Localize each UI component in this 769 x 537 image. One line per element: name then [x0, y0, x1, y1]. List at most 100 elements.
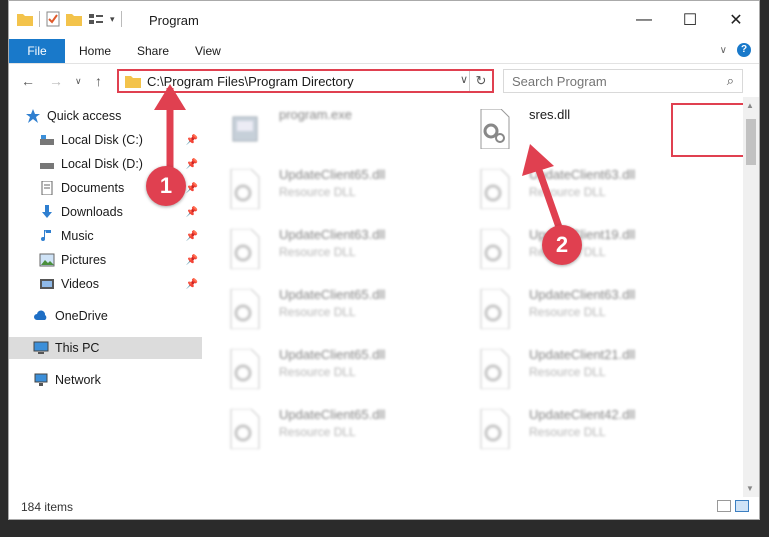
- file-type: Resource DLL: [529, 305, 606, 319]
- properties-icon[interactable]: [46, 11, 60, 27]
- file-name: UpdateClient63.dll: [529, 287, 636, 302]
- pin-icon[interactable]: 📌: [186, 207, 198, 218]
- file-type: Resource DLL: [279, 305, 356, 319]
- drive-icon: [40, 163, 54, 169]
- file-item[interactable]: UpdateClient65.dll Resource DLL: [229, 403, 469, 463]
- pin-icon[interactable]: 📌: [186, 255, 198, 266]
- search-icon[interactable]: ⌕: [727, 73, 734, 89]
- sidebar-item-label: This PC: [55, 341, 100, 355]
- customize-qat-icon[interactable]: ▾: [110, 14, 115, 25]
- file-item[interactable]: UpdateClient65.dll Resource DLL: [229, 283, 469, 343]
- pin-icon[interactable]: 📌: [186, 231, 198, 242]
- download-icon: [42, 205, 52, 218]
- sidebar-item-downloads[interactable]: Downloads 📌: [39, 201, 232, 223]
- new-folder-icon[interactable]: [66, 12, 82, 26]
- file-name: UpdateClient21.dll: [529, 347, 636, 362]
- expand-ribbon-icon[interactable]: ∨: [720, 45, 727, 56]
- window-controls: — ☐ ✕: [621, 1, 759, 39]
- sidebar-item-local-disk-d[interactable]: Local Disk (D:) 📌: [39, 153, 232, 175]
- tab-home[interactable]: Home: [79, 39, 111, 63]
- sidebar-item-label: OneDrive: [55, 309, 108, 323]
- file-list: program.exe sres.dll UpdateClient65.dll …: [205, 97, 759, 495]
- explorer-window: ▾ Program — ☐ ✕ File Home Share View ∨ ?…: [8, 0, 760, 520]
- dll-file-icon: [230, 229, 260, 269]
- file-item[interactable]: UpdateClient21.dll Resource DLL: [479, 343, 719, 403]
- sidebar-item-network[interactable]: Network: [33, 369, 226, 391]
- divider: [39, 11, 40, 27]
- sidebar-item-label: Videos: [61, 277, 99, 291]
- network-icon: [34, 373, 48, 386]
- dll-file-icon: [480, 109, 510, 149]
- details-view-icon[interactable]: [717, 500, 731, 512]
- quick-access-toolbar: ▾: [17, 11, 122, 27]
- file-name: program.exe: [279, 107, 352, 122]
- videos-icon: [40, 279, 54, 289]
- forward-arrow-icon[interactable]: →: [49, 73, 63, 89]
- dll-file-icon: [230, 349, 260, 389]
- dll-file-icon: [480, 289, 510, 329]
- file-name: UpdateClient63.dll: [279, 227, 386, 242]
- step-badge-2: 2: [542, 225, 582, 265]
- pin-icon[interactable]: 📌: [186, 279, 198, 290]
- scroll-up-icon[interactable]: ▲: [746, 101, 754, 110]
- file-type: Resource DLL: [529, 425, 606, 439]
- scrollbar-thumb[interactable]: [746, 119, 756, 165]
- pictures-icon: [39, 253, 55, 267]
- minimize-button[interactable]: —: [621, 1, 667, 39]
- file-item[interactable]: UpdateClient65.dll Resource DLL: [229, 163, 469, 223]
- chevron-down-icon[interactable]: ∨: [460, 73, 468, 86]
- refresh-icon[interactable]: ↻: [469, 71, 492, 91]
- file-item[interactable]: UpdateClient65.dll Resource DLL: [229, 343, 469, 403]
- folder-icon: [125, 76, 141, 88]
- large-icons-view-icon[interactable]: [735, 500, 749, 512]
- tab-view[interactable]: View: [195, 39, 221, 63]
- sidebar-item-videos[interactable]: Videos 📌: [39, 273, 232, 295]
- file-item[interactable]: UpdateClient63.dll Resource DLL: [479, 163, 719, 223]
- dll-file-icon: [480, 229, 510, 269]
- tab-share[interactable]: Share: [137, 39, 169, 63]
- drive-icon: [40, 135, 54, 145]
- folder-icon: [17, 14, 33, 26]
- search-input[interactable]: [510, 73, 714, 90]
- search-box[interactable]: ⌕: [503, 69, 743, 93]
- view-options-icon[interactable]: [88, 12, 104, 26]
- scroll-down-icon[interactable]: ▼: [746, 484, 754, 493]
- help-button[interactable]: ?: [737, 43, 751, 57]
- file-item[interactable]: UpdateClient19.dll Resource DLL: [479, 223, 719, 283]
- status-bar: 184 items: [9, 495, 759, 519]
- back-arrow-icon[interactable]: ←: [21, 73, 35, 89]
- sidebar-item-documents[interactable]: Documents 📌: [39, 177, 232, 199]
- up-arrow-icon[interactable]: ↑: [95, 73, 102, 89]
- sidebar-item-onedrive[interactable]: OneDrive: [33, 305, 226, 327]
- sidebar-item-label: Pictures: [61, 253, 107, 267]
- close-button[interactable]: ✕: [713, 1, 759, 39]
- sidebar-item-local-disk-c[interactable]: Local Disk (C:) 📌: [39, 129, 232, 151]
- sidebar-item-music[interactable]: Music 📌: [39, 225, 232, 247]
- title-bar: ▾ Program — ☐ ✕: [9, 1, 759, 39]
- sidebar-item-label: Documents: [61, 181, 125, 195]
- file-name: UpdateClient65.dll: [279, 287, 386, 302]
- maximize-button[interactable]: ☐: [667, 1, 713, 39]
- file-name: UpdateClient65.dll: [279, 407, 386, 422]
- file-type: Resource DLL: [279, 245, 356, 259]
- vertical-scrollbar[interactable]: ▲ ▼: [743, 97, 759, 497]
- file-item[interactable]: UpdateClient63.dll Resource DLL: [229, 223, 469, 283]
- file-item[interactable]: UpdateClient42.dll Resource DLL: [479, 403, 719, 463]
- file-item[interactable]: program.exe: [229, 103, 469, 163]
- cloud-icon: [34, 310, 47, 320]
- sidebar-item-label: Music: [61, 229, 94, 243]
- file-type: Resource DLL: [529, 365, 606, 379]
- file-name: UpdateClient65.dll: [279, 167, 386, 182]
- tab-file[interactable]: File: [9, 39, 65, 63]
- sidebar-item-label: Local Disk (C:): [61, 133, 143, 147]
- sidebar-item-this-pc[interactable]: This PC: [9, 337, 202, 359]
- view-switcher: [717, 500, 749, 512]
- sidebar-item-pictures[interactable]: Pictures 📌: [39, 249, 232, 271]
- divider: [120, 11, 122, 27]
- navigation-bar: ← → ∨ ↑ C:\Program Files\Program Directo…: [9, 67, 759, 97]
- file-name: sres.dll: [529, 107, 571, 122]
- file-item[interactable]: UpdateClient63.dll Resource DLL: [479, 283, 719, 343]
- dll-file-icon: [230, 169, 260, 209]
- recent-locations-icon[interactable]: ∨: [75, 76, 82, 87]
- file-type: Resource DLL: [279, 425, 356, 439]
